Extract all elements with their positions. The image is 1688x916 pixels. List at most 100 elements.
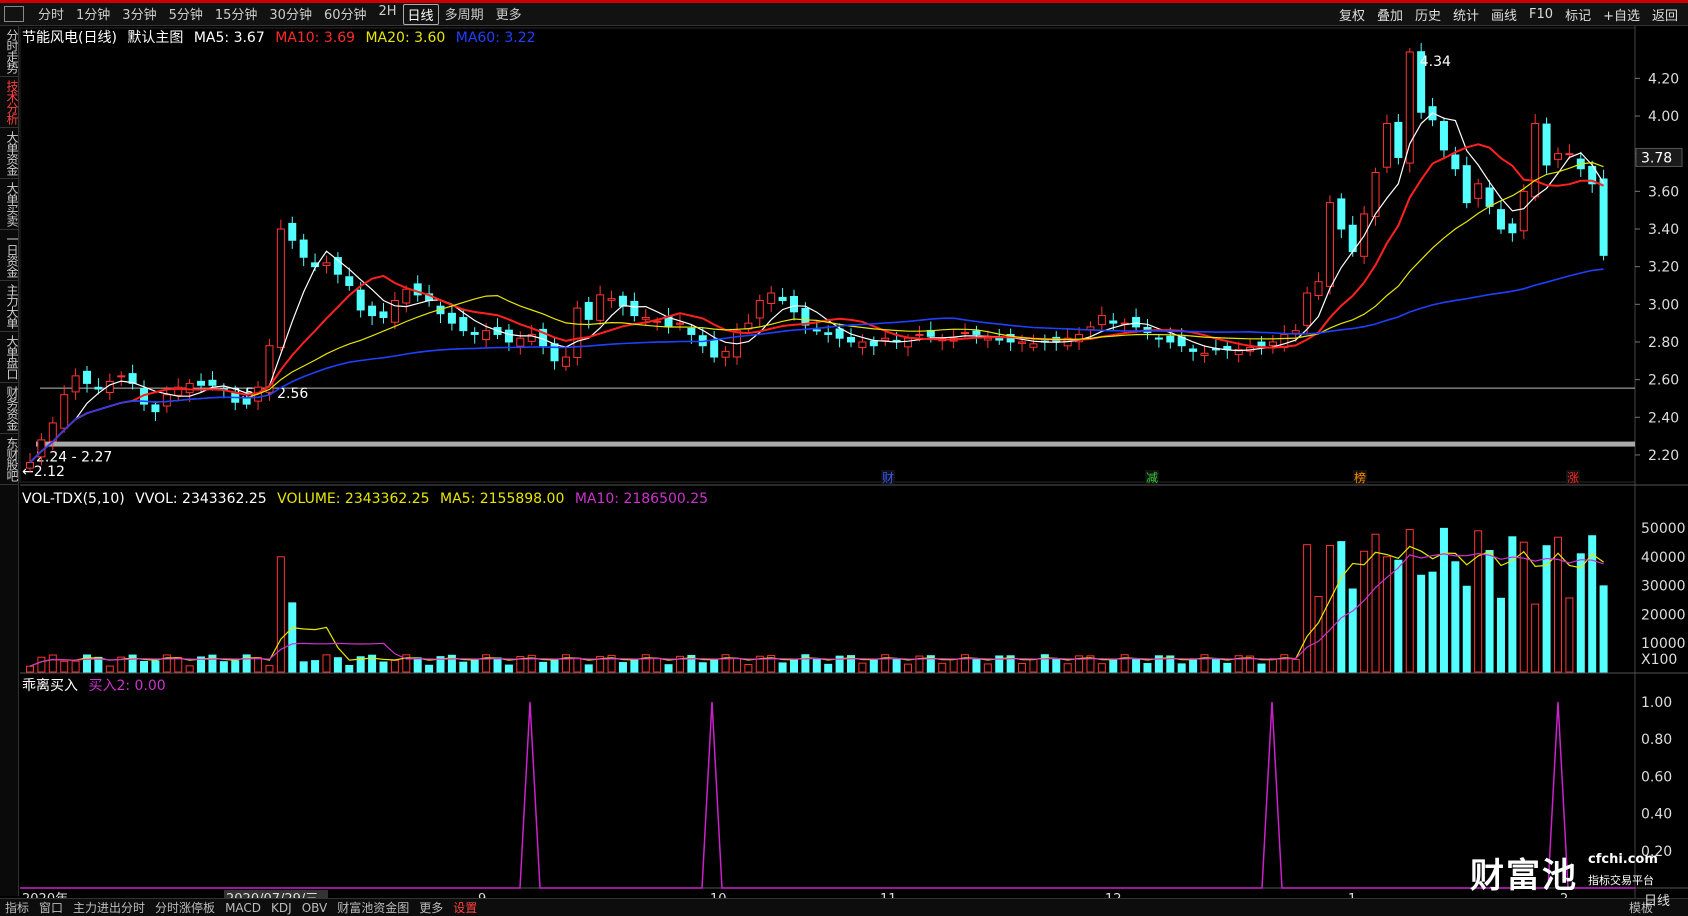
volume-bar-2 xyxy=(48,654,57,673)
volume-bar-28 xyxy=(345,664,354,673)
ind-label-2: 0.60 xyxy=(1641,769,1672,785)
candle-body-100 xyxy=(1166,335,1175,343)
volume-bar-32 xyxy=(390,659,399,673)
bottom-tab-3[interactable]: 分时涨停板 xyxy=(150,899,220,916)
candle-body-95 xyxy=(1109,320,1118,324)
stock-title[interactable]: 节能风电(日线) xyxy=(22,30,117,46)
volume-bar-59 xyxy=(698,662,707,673)
volume-bar-39 xyxy=(470,659,479,673)
candle-body-71 xyxy=(835,328,844,339)
vol-label-4: 10000 xyxy=(1641,636,1686,652)
volume-bar-7 xyxy=(105,665,114,673)
volume-bar-70 xyxy=(824,663,833,673)
volume-value: VOLUME: 2343362.25 xyxy=(277,491,430,507)
candle-body-57 xyxy=(675,322,684,325)
price-label-7: 2.80 xyxy=(1648,335,1679,351)
ma20-value: MA20: 3.60 xyxy=(365,30,446,46)
volume-bar-35 xyxy=(425,664,434,673)
candle-body-23 xyxy=(288,222,297,241)
bottom-tab-2[interactable]: 主力进出分时 xyxy=(68,899,150,916)
candle-body-82 xyxy=(961,332,970,335)
main-chart-info: 节能风电(日线) 默认主图 MA5: 3.67 MA10: 3.69 MA20:… xyxy=(22,27,542,47)
volume-bar-63 xyxy=(744,664,753,673)
candle-body-128 xyxy=(1485,187,1494,207)
event-marker-0: 财 xyxy=(882,471,894,485)
bottom-tab-5[interactable]: KDJ xyxy=(266,901,297,915)
indicator-name[interactable]: 乖离买入 xyxy=(22,678,78,694)
bottom-tab-0[interactable]: 指标 xyxy=(0,899,34,916)
volume-bar-128 xyxy=(1485,549,1494,673)
candle-body-46 xyxy=(550,343,559,362)
vol-ma5-value: MA5: 2155898.00 xyxy=(440,491,565,507)
volume-bar-83 xyxy=(972,658,981,673)
candle-body-61 xyxy=(721,350,730,358)
bottom-tab-6[interactable]: OBV xyxy=(297,901,333,915)
volume-bar-124 xyxy=(1439,527,1448,673)
ma10-value: MA10: 3.69 xyxy=(275,30,356,46)
main-pane-frame xyxy=(19,27,1636,483)
candle-body-29 xyxy=(356,289,365,311)
current-price-label: 3.78 xyxy=(1641,150,1672,166)
ma5-line xyxy=(29,112,1605,463)
price-label-10: 2.20 xyxy=(1648,448,1679,464)
template-selector[interactable]: 默认主图 xyxy=(127,30,183,46)
candle-body-114 xyxy=(1325,202,1334,287)
candle-body-94 xyxy=(1097,315,1106,326)
volume-bar-84 xyxy=(983,663,992,673)
bottom-tab-9[interactable]: 设置 xyxy=(448,899,482,916)
candle-body-125 xyxy=(1451,154,1460,170)
volume-bar-95 xyxy=(1109,658,1118,673)
volume-bar-62 xyxy=(732,657,741,673)
candle-body-78 xyxy=(915,333,924,336)
candle-body-113 xyxy=(1314,281,1323,297)
volume-bar-76 xyxy=(892,658,901,673)
volume-bar-91 xyxy=(1063,663,1072,673)
volume-bar-66 xyxy=(778,662,787,673)
volume-bar-49 xyxy=(584,664,593,673)
candle-body-130 xyxy=(1508,223,1517,234)
candle-body-69 xyxy=(812,329,821,332)
price-label-6: 3.00 xyxy=(1648,297,1679,313)
candle-body-87 xyxy=(1018,341,1027,344)
volume-bar-90 xyxy=(1052,658,1061,673)
vol-indicator-name[interactable]: VOL-TDX(5,10) xyxy=(22,491,125,507)
volume-bar-132 xyxy=(1531,603,1540,673)
volume-bar-17 xyxy=(219,661,228,673)
buy2-value: 买入2: 0.00 xyxy=(88,678,166,694)
volume-bar-25 xyxy=(311,660,320,673)
volume-bar-42 xyxy=(504,664,513,673)
bottom-tab-1[interactable]: 窗口 xyxy=(34,899,68,916)
candle-body-65 xyxy=(767,292,776,304)
candle-body-19 xyxy=(242,397,251,405)
candle-body-33 xyxy=(402,288,411,304)
stock-chart[interactable]: 4.204.003.803.603.403.203.002.802.602.40… xyxy=(0,0,1688,915)
volume-bar-122 xyxy=(1417,574,1426,673)
volume-bar-55 xyxy=(653,657,662,673)
candles-group xyxy=(26,43,1608,472)
price-label-3: 3.60 xyxy=(1648,184,1679,200)
candle-body-28 xyxy=(345,276,354,286)
candle-body-74 xyxy=(869,340,878,347)
volume-bar-135 xyxy=(1565,597,1574,673)
bottom-tab-7[interactable]: 财富池资金图 xyxy=(332,899,414,916)
ind-label-0: 1.00 xyxy=(1641,695,1672,711)
candle-body-58 xyxy=(687,327,696,335)
bottom-tab-4[interactable]: MACD xyxy=(220,901,266,915)
price-label-4: 3.40 xyxy=(1648,222,1679,238)
volume-bar-77 xyxy=(904,663,913,673)
candle-body-67 xyxy=(789,295,798,313)
candle-body-3 xyxy=(60,394,69,429)
volume-bar-13 xyxy=(174,656,183,673)
candle-body-112 xyxy=(1303,292,1312,326)
volume-bar-105 xyxy=(1223,662,1232,673)
bottom-tab-8[interactable]: 更多 xyxy=(414,899,448,916)
volume-info: VOL-TDX(5,10) VVOL: 2343362.25 VOLUME: 2… xyxy=(22,491,714,507)
ind-label-3: 0.40 xyxy=(1641,807,1672,823)
candle-body-129 xyxy=(1496,209,1505,230)
candle-body-64 xyxy=(755,300,764,319)
indicator-line xyxy=(20,701,1635,889)
volume-bar-138 xyxy=(1599,585,1608,673)
volume-bar-117 xyxy=(1360,550,1369,673)
volume-bar-119 xyxy=(1382,556,1391,673)
candle-body-22 xyxy=(276,228,285,348)
